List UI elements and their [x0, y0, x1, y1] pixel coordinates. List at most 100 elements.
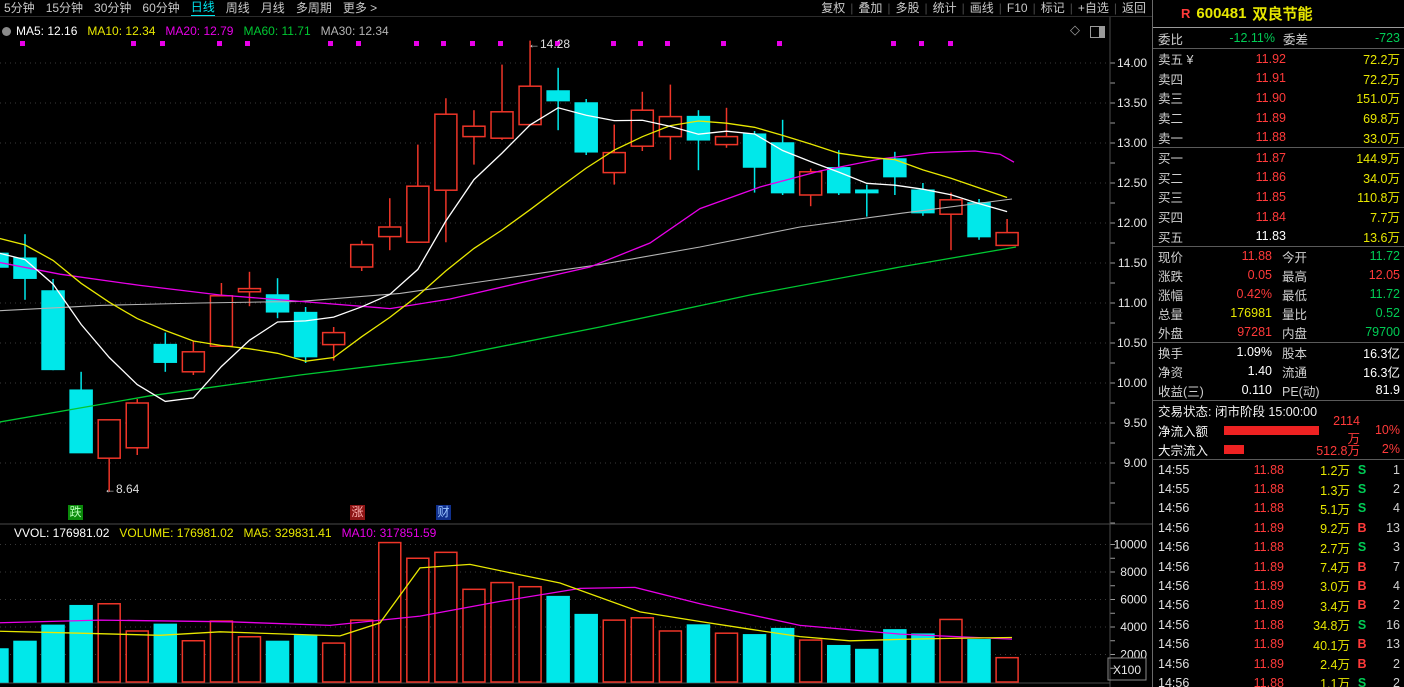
candle-body[interactable]: [519, 86, 541, 124]
volume-bar[interactable]: [435, 552, 457, 682]
candle-body[interactable]: [154, 345, 176, 363]
event-dot[interactable]: [611, 41, 616, 46]
candle-body[interactable]: [210, 296, 232, 346]
volume-bar[interactable]: [547, 597, 569, 682]
menu-item-多股[interactable]: 多股: [895, 1, 919, 16]
tick-trade-list[interactable]: 14:5511.881.2万S114:5511.881.3万S214:5611.…: [1153, 460, 1404, 687]
volume-bar[interactable]: [968, 640, 990, 682]
event-badge-跌[interactable]: 跌: [68, 505, 83, 520]
volume-bar[interactable]: [238, 637, 260, 682]
ask-row[interactable]: 卖一11.8833.0万: [1153, 127, 1404, 147]
candle-body[interactable]: [238, 289, 260, 292]
trade-row[interactable]: 14:5611.893.0万B4: [1153, 576, 1404, 595]
volume-bar[interactable]: [996, 658, 1018, 682]
volume-bar[interactable]: [491, 583, 513, 682]
candle-body[interactable]: [463, 126, 485, 136]
bid-row[interactable]: 买四11.847.7万: [1153, 207, 1404, 227]
event-dot[interactable]: [948, 41, 953, 46]
candle-body[interactable]: [884, 159, 906, 177]
candle-body[interactable]: [575, 103, 597, 152]
menu-item-F10[interactable]: F10: [1007, 1, 1028, 16]
event-dot[interactable]: [245, 41, 250, 46]
event-dot[interactable]: [328, 41, 333, 46]
event-badge-财[interactable]: 财: [436, 505, 451, 520]
trade-row[interactable]: 14:5611.881.1万S2: [1153, 673, 1404, 687]
menu-item-60分钟[interactable]: 60分钟: [142, 1, 179, 16]
volume-bar[interactable]: [716, 633, 738, 682]
candle-body[interactable]: [295, 313, 317, 357]
volume-bar[interactable]: [772, 629, 794, 682]
trade-row[interactable]: 14:5611.882.7万S3: [1153, 538, 1404, 557]
volume-bar[interactable]: [126, 631, 148, 682]
candle-body[interactable]: [70, 390, 92, 452]
menu-item-叠加[interactable]: 叠加: [858, 1, 882, 16]
legend-collapse-icon[interactable]: [2, 27, 11, 36]
volume-bar[interactable]: [800, 640, 822, 682]
candle-body[interactable]: [351, 245, 373, 267]
volume-bar[interactable]: [884, 630, 906, 682]
volume-bar[interactable]: [519, 587, 541, 682]
menu-item-周线[interactable]: 周线: [226, 1, 250, 16]
candle-body[interactable]: [14, 258, 36, 278]
bid-row[interactable]: 买二11.8634.0万: [1153, 168, 1404, 188]
trade-row[interactable]: 14:5611.885.1万S4: [1153, 499, 1404, 518]
menu-item-统计[interactable]: 统计: [933, 1, 957, 16]
volume-bar[interactable]: [323, 643, 345, 682]
candle-body[interactable]: [407, 186, 429, 242]
pane-layout-icon[interactable]: [1090, 26, 1105, 38]
bid-row[interactable]: 买三11.85110.8万: [1153, 187, 1404, 207]
menu-item-+自选[interactable]: +自选: [1078, 1, 1109, 16]
diamond-icon[interactable]: ◇: [1070, 22, 1080, 38]
volume-bar[interactable]: [379, 543, 401, 682]
event-dot[interactable]: [441, 41, 446, 46]
event-dot[interactable]: [498, 41, 503, 46]
event-dot[interactable]: [891, 41, 896, 46]
event-dot[interactable]: [20, 41, 25, 46]
candle-body[interactable]: [323, 333, 345, 345]
trade-row[interactable]: 14:5511.881.3万S2: [1153, 479, 1404, 498]
volume-bar[interactable]: [575, 615, 597, 682]
menu-item-月线[interactable]: 月线: [261, 1, 285, 16]
menu-item-5分钟[interactable]: 5分钟: [4, 1, 35, 16]
candle-body[interactable]: [42, 291, 64, 369]
event-dot[interactable]: [356, 41, 361, 46]
menu-item-多周期[interactable]: 多周期: [296, 1, 332, 16]
event-dot[interactable]: [638, 41, 643, 46]
candle-body[interactable]: [435, 114, 457, 190]
candle-body[interactable]: [716, 137, 738, 145]
event-dot[interactable]: [217, 41, 222, 46]
volume-bar[interactable]: [940, 619, 962, 682]
candle-body[interactable]: [182, 352, 204, 372]
trade-row[interactable]: 14:5611.897.4万B7: [1153, 557, 1404, 576]
candle-body[interactable]: [267, 295, 289, 312]
volume-bar[interactable]: [267, 641, 289, 682]
event-dot[interactable]: [131, 41, 136, 46]
trade-row[interactable]: 14:5511.881.2万S1: [1153, 460, 1404, 479]
volume-bar[interactable]: [98, 604, 120, 682]
trade-row[interactable]: 14:5611.899.2万B13: [1153, 518, 1404, 537]
ask-row[interactable]: 卖四11.9172.2万: [1153, 69, 1404, 89]
menu-item-30分钟[interactable]: 30分钟: [94, 1, 131, 16]
ask-row[interactable]: 卖三11.90151.0万: [1153, 88, 1404, 108]
event-dot[interactable]: [665, 41, 670, 46]
ask-row[interactable]: 卖五 ¥11.9272.2万: [1153, 49, 1404, 69]
volume-bar[interactable]: [70, 606, 92, 682]
menu-item-更多 >[interactable]: 更多 >: [343, 1, 377, 16]
trade-row[interactable]: 14:5611.8834.8万S16: [1153, 615, 1404, 634]
menu-item-返回[interactable]: 返回: [1122, 1, 1146, 16]
volume-bar[interactable]: [210, 621, 232, 682]
candle-body[interactable]: [968, 203, 990, 237]
volume-bar[interactable]: [912, 634, 934, 682]
menu-item-复权[interactable]: 复权: [821, 1, 845, 16]
menu-item-日线[interactable]: 日线: [191, 0, 215, 16]
volume-bar[interactable]: [182, 641, 204, 682]
volume-bar[interactable]: [828, 646, 850, 682]
event-dot[interactable]: [919, 41, 924, 46]
volume-bar[interactable]: [463, 589, 485, 682]
volume-bar[interactable]: [744, 635, 766, 682]
volume-bar[interactable]: [603, 620, 625, 682]
event-dot[interactable]: [470, 41, 475, 46]
volume-bar[interactable]: [659, 631, 681, 682]
menu-item-标记[interactable]: 标记: [1041, 1, 1065, 16]
event-dot[interactable]: [721, 41, 726, 46]
